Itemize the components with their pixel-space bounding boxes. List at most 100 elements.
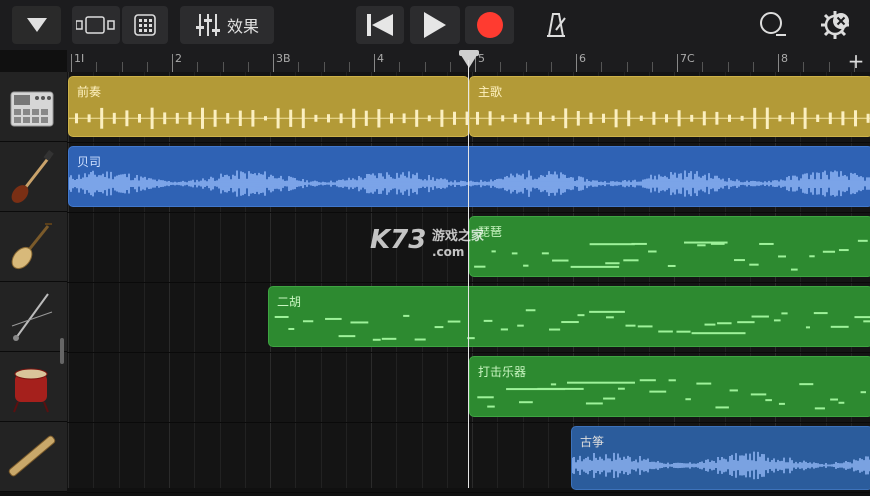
- ruler-beat-tick: [702, 62, 704, 72]
- grid-icon: [134, 14, 156, 36]
- ruler-beat-tick: [222, 62, 224, 72]
- track-header-bass[interactable]: [0, 142, 67, 212]
- ruler-beat-tick: [399, 62, 401, 72]
- watermark: K73 游戏之家 .com: [370, 225, 484, 259]
- midi-notes: [477, 379, 867, 410]
- track-header-percussion[interactable]: [0, 352, 67, 422]
- metronome-icon: [547, 13, 566, 37]
- region-label: 打击乐器: [478, 365, 527, 379]
- region-erhu[interactable]: 二胡: [268, 286, 870, 347]
- bass-guitar-icon: [11, 150, 54, 203]
- region-verse[interactable]: 主歌: [469, 76, 870, 137]
- track-header-drums[interactable]: [0, 72, 67, 142]
- ruler-beat-tick: [96, 62, 98, 72]
- drum-machine-icon: [10, 91, 54, 127]
- ruler-beat-tick: [803, 62, 805, 72]
- toolbar: 效果: [0, 0, 870, 50]
- ruler-beat-tick: [550, 62, 552, 72]
- ruler-bar-tick: [576, 54, 577, 72]
- ruler-beat-tick: [121, 62, 123, 72]
- guzheng-icon: [8, 435, 56, 477]
- settings-button[interactable]: [812, 6, 858, 44]
- gear-icon: [821, 11, 849, 39]
- ruler-bar-label: 8: [781, 52, 788, 65]
- region-pipa[interactable]: 琵琶: [469, 216, 870, 277]
- ruler-beat-tick: [752, 62, 754, 72]
- skip-back-icon: [367, 14, 393, 36]
- ruler-bar-tick: [374, 54, 375, 72]
- watermark-domain: .com: [432, 245, 465, 259]
- region-percussion[interactable]: 打击乐器: [469, 356, 870, 417]
- ruler-beat-tick: [197, 62, 199, 72]
- record-button[interactable]: [465, 6, 514, 44]
- region-label: 主歌: [478, 85, 503, 99]
- track-menu-button[interactable]: [12, 6, 61, 44]
- go-to-start-button[interactable]: [356, 6, 404, 44]
- ruler-beat-tick: [424, 62, 426, 72]
- ruler-bar-label: 4: [377, 52, 384, 65]
- ruler-beat-tick: [323, 62, 325, 72]
- ruler-bar-label: 7C: [680, 52, 695, 65]
- loop-browser-button[interactable]: [752, 6, 792, 44]
- ruler-beat-tick: [727, 62, 729, 72]
- playhead-marker[interactable]: [459, 52, 479, 68]
- mixer-sliders-icon: [195, 14, 220, 36]
- region-guzheng[interactable]: 古筝: [571, 426, 870, 490]
- region-label: 前奏: [77, 85, 102, 99]
- ruler-beat-tick: [348, 62, 350, 72]
- ruler-bar-label: 5: [478, 52, 485, 65]
- drum-pattern: [470, 107, 870, 130]
- drum-pattern: [69, 107, 468, 129]
- fx-button[interactable]: 效果: [180, 6, 274, 44]
- ruler-bar-label: 6: [579, 52, 586, 65]
- ruler-bar-tick: [172, 54, 173, 72]
- ruler-beat-tick: [449, 62, 451, 72]
- loop-icon: [760, 12, 786, 36]
- playhead[interactable]: [468, 60, 469, 488]
- ruler-beat-tick: [651, 62, 653, 72]
- track-headers: [0, 72, 68, 492]
- add-section-button[interactable]: +: [846, 50, 866, 72]
- region-label: 贝司: [77, 155, 102, 169]
- midi-notes: [274, 309, 870, 341]
- region-intro[interactable]: 前奏: [68, 76, 469, 137]
- metronome-button[interactable]: [536, 6, 576, 44]
- ruler-bar-tick: [71, 54, 72, 72]
- erhu-icon: [11, 293, 53, 341]
- ruler-beat-tick: [601, 62, 603, 72]
- watermark-main: K73: [370, 225, 427, 255]
- tracks-view-icon: [76, 16, 115, 34]
- play-icon: [424, 12, 446, 38]
- watermark-sub: 游戏之家: [431, 229, 484, 244]
- region-label: 二胡: [277, 295, 302, 309]
- ruler-bar-tick: [778, 54, 779, 72]
- region-bass[interactable]: 贝司: [68, 146, 870, 207]
- play-button[interactable]: [410, 6, 460, 44]
- ruler-beat-tick: [298, 62, 300, 72]
- ruler-beat-tick: [525, 62, 527, 72]
- audio-waveform: [572, 451, 870, 480]
- audio-waveform: [69, 170, 870, 197]
- ruler-beat-tick: [247, 62, 249, 72]
- ruler-beat-tick: [146, 62, 148, 72]
- region-label: 古筝: [580, 435, 605, 449]
- ruler-beat-tick: [626, 62, 628, 72]
- track-header-guzheng[interactable]: [0, 422, 67, 492]
- ruler-bar-label: 2: [175, 52, 182, 65]
- pipa-icon: [11, 223, 52, 270]
- record-icon: [476, 12, 503, 38]
- track-header-resize-handle[interactable]: [60, 338, 64, 364]
- ruler-bar-tick: [677, 54, 678, 72]
- ruler-bar-label: 3B: [276, 52, 291, 65]
- ruler-bar-tick: [273, 54, 274, 72]
- track-header-pipa[interactable]: [0, 212, 67, 282]
- tracks-view-button[interactable]: [72, 6, 120, 44]
- track-header-erhu[interactable]: [0, 282, 67, 352]
- grid-view-button[interactable]: [122, 6, 168, 44]
- ruler-beat-tick: [500, 62, 502, 72]
- ruler-beat-tick: [828, 62, 830, 72]
- midi-notes: [474, 239, 868, 271]
- fx-label: 效果: [226, 17, 259, 36]
- chinese-drum-icon: [13, 368, 49, 413]
- ruler-bar-label: 1I: [74, 52, 85, 65]
